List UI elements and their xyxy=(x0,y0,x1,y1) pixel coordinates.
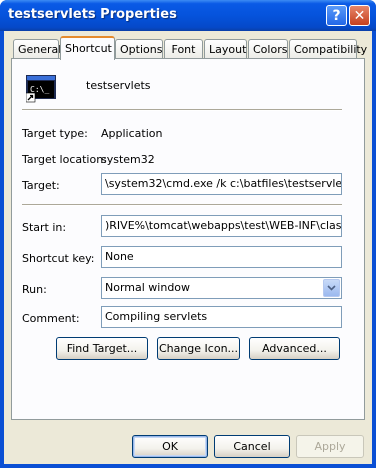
run-select-value: Normal window xyxy=(105,281,191,294)
shortcut-key-input-text: None xyxy=(105,250,134,263)
help-icon: ? xyxy=(332,7,341,24)
shortcut-name: testservlets xyxy=(86,79,151,92)
cancel-button[interactable]: Cancel xyxy=(214,435,290,458)
start-in-input[interactable]: )RIVE%\tomcat\webapps\test\WEB-INF\class… xyxy=(101,215,342,237)
run-dropdown-button[interactable] xyxy=(323,279,340,297)
target-type-label: Target type: xyxy=(22,127,88,140)
target-location-value: system32 xyxy=(101,153,155,166)
divider xyxy=(22,109,342,111)
divider xyxy=(22,204,342,206)
target-location-label: Target location: xyxy=(22,153,107,166)
run-label: Run: xyxy=(22,283,47,296)
tab-layout[interactable]: Layout xyxy=(204,39,247,59)
properties-window: testservlets Properties ? ✕ General Shor… xyxy=(0,0,376,468)
close-icon: ✕ xyxy=(353,7,366,24)
change-icon-button[interactable]: Change Icon... xyxy=(157,337,240,360)
tab-general[interactable]: General xyxy=(13,39,61,59)
apply-button[interactable]: Apply xyxy=(296,435,364,458)
shortcut-key-input[interactable]: None xyxy=(101,246,342,268)
shortcut-panel: C:\_ testservlets Target type: Applicati… xyxy=(11,58,365,420)
comment-label: Comment: xyxy=(22,312,80,325)
comment-input[interactable]: Compiling servlets xyxy=(101,306,342,328)
window-title: testservlets Properties xyxy=(8,7,177,22)
dialog-body: General Shortcut Options Font Layout Col… xyxy=(4,31,372,464)
close-button[interactable]: ✕ xyxy=(349,5,370,26)
tab-options[interactable]: Options xyxy=(115,39,163,59)
help-button[interactable]: ? xyxy=(326,5,347,26)
target-label: Target: xyxy=(22,179,60,192)
tab-compatibility[interactable]: Compatibility xyxy=(289,39,367,59)
comment-input-text: Compiling servlets xyxy=(105,310,208,323)
cmd-shortcut-icon: C:\_ xyxy=(25,73,56,103)
run-select[interactable]: Normal window xyxy=(101,277,342,299)
start-in-label: Start in: xyxy=(22,221,67,234)
advanced-button[interactable]: Advanced... xyxy=(249,337,340,360)
ok-button[interactable]: OK xyxy=(132,435,208,458)
target-input-text: \system32\cmd.exe /k c:\batfiles\testser… xyxy=(105,177,342,190)
tab-font[interactable]: Font xyxy=(164,39,203,59)
title-bar[interactable]: testservlets Properties ? ✕ xyxy=(0,0,376,31)
start-in-input-text: )RIVE%\tomcat\webapps\test\WEB-INF\class… xyxy=(105,219,342,232)
target-input[interactable]: \system32\cmd.exe /k c:\batfiles\testser… xyxy=(101,173,342,195)
chevron-down-icon xyxy=(327,285,336,291)
find-target-button[interactable]: Find Target... xyxy=(56,337,148,360)
tab-shortcut[interactable]: Shortcut xyxy=(60,36,115,60)
target-type-value: Application xyxy=(101,127,163,140)
tab-colors[interactable]: Colors xyxy=(248,39,288,59)
shortcut-key-label: Shortcut key: xyxy=(22,252,95,265)
cmd-prompt-text: C:\_ xyxy=(30,85,49,94)
